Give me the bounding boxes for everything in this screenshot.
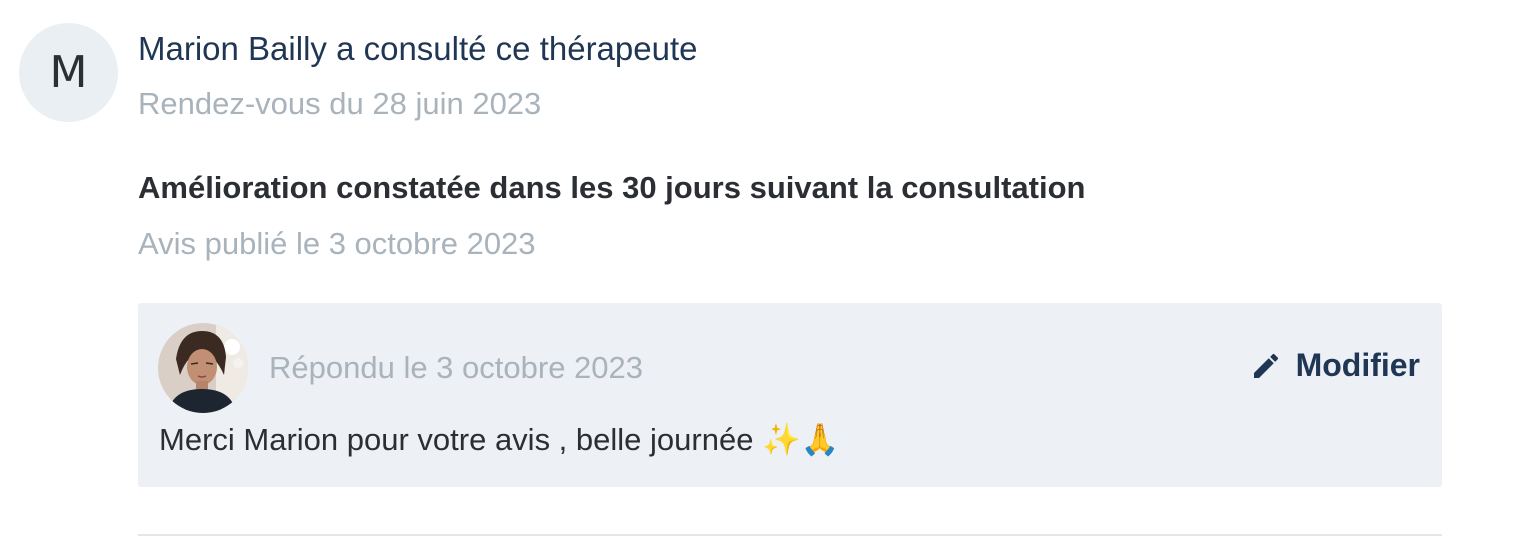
pencil-icon <box>1250 350 1282 382</box>
review-published-date: Avis publié le 3 octobre 2023 <box>138 226 536 261</box>
reply-date: Répondu le 3 octobre 2023 <box>269 350 644 385</box>
reviewer-avatar: M <box>19 23 118 122</box>
therapist-reply: Répondu le 3 octobre 2023 Modifier Merci… <box>138 303 1442 487</box>
review-divider <box>138 534 1442 536</box>
edit-reply-button[interactable]: Modifier <box>1250 347 1420 384</box>
therapist-avatar <box>158 323 248 413</box>
review-title: Amélioration constatée dans les 30 jours… <box>138 170 1086 205</box>
therapist-photo <box>158 323 248 413</box>
reply-text: Merci Marion pour votre avis , belle jou… <box>159 422 840 457</box>
edit-button-label: Modifier <box>1295 347 1420 383</box>
reviewer-consulted-text: Marion Bailly a consulté ce thérapeute <box>138 30 698 67</box>
appointment-date: Rendez-vous du 28 juin 2023 <box>138 86 542 121</box>
review-card: M Marion Bailly a consulté ce thérapeute… <box>0 0 1520 538</box>
reviewer-initial: M <box>49 47 88 98</box>
